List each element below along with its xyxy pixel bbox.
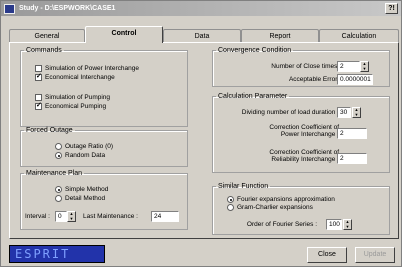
commands-legend: Commands — [26, 47, 62, 54]
acceptable-error-input[interactable]: 0.0000001 — [337, 74, 373, 85]
checkbox-box — [35, 94, 42, 101]
reliability-coef-label-2: Reliability Interchange : — [271, 156, 339, 163]
fourier-order-input[interactable]: 100 — [326, 219, 342, 230]
acceptable-error-label: Acceptable Error : — [288, 76, 341, 83]
convergence-legend: Convergence Condition — [218, 47, 292, 54]
fourier-order-spinner[interactable]: ▲ ▼ — [343, 219, 352, 230]
esprit-banner: ESPRIT — [9, 245, 105, 263]
simple-method-radio[interactable]: Simple Method — [55, 186, 108, 193]
interval-spinner[interactable]: ▲ ▼ — [67, 211, 76, 222]
close-times-label: Number of Close times : — [271, 63, 341, 70]
power-coef-input[interactable]: 2 — [337, 128, 367, 139]
radio-dot — [55, 143, 62, 150]
checkbox-label: Simulation of Power Interchange — [45, 65, 139, 72]
forced-outage-legend: Forced Outage — [26, 127, 73, 134]
radio-dot — [55, 195, 62, 202]
radio-dot — [55, 186, 62, 193]
maintenance-plan-group: Maintenance Plan Simple Method Detail Me… — [20, 170, 188, 230]
update-button[interactable]: Update — [355, 247, 395, 263]
checkbox-label: Simulation of Pumping — [45, 94, 111, 101]
last-maintenance-input[interactable]: 24 — [151, 211, 179, 222]
radio-label: Detail Method — [65, 195, 106, 202]
tab-strip: General Control Data Report Calculation — [9, 26, 399, 43]
checkbox-label: Economical Pumping — [45, 103, 107, 110]
random-data-radio[interactable]: Random Data — [55, 152, 105, 159]
economical-pumping-checkbox[interactable]: Economical Pumping — [35, 101, 107, 110]
detail-method-radio[interactable]: Detail Method — [55, 195, 105, 202]
economical-interchange-checkbox[interactable]: Economical Interchange — [35, 72, 115, 81]
checkbox-label: Economical Interchange — [45, 74, 115, 81]
radio-label: Fourier expansions approximation — [237, 196, 335, 203]
radio-dot — [227, 204, 234, 211]
similar-function-legend: Similar Function — [218, 183, 269, 190]
checkbox-box — [35, 101, 42, 110]
sim-pumping-checkbox[interactable]: Simulation of Pumping — [35, 94, 110, 101]
fourier-radio[interactable]: Fourier expansions approximation — [227, 196, 335, 203]
power-coef-label-1: Correction Coefficient of — [269, 124, 339, 131]
calc-param-legend: Calculation Parameter — [218, 93, 288, 100]
title-bar[interactable]: Study - D:\ESPWORK\CASE1 ?! — [1, 1, 401, 16]
close-times-spinner[interactable]: ▲ ▼ — [360, 61, 369, 72]
close-times-input[interactable]: 2 — [337, 61, 360, 72]
tab-calculation[interactable]: Calculation — [319, 29, 399, 43]
commands-group: Commands Simulation of Power Interchange… — [20, 47, 188, 127]
sim-power-interchange-checkbox[interactable]: Simulation of Power Interchange — [35, 65, 139, 72]
reliability-coef-input[interactable]: 2 — [337, 153, 367, 164]
fourier-order-label: Order of Fourier Series : — [246, 221, 317, 228]
checkbox-box — [35, 65, 42, 72]
tab-report[interactable]: Report — [241, 29, 319, 43]
window-title: Study - D:\ESPWORK\CASE1 — [19, 5, 116, 12]
forced-outage-group: Forced Outage Outage Ratio (0) Random Da… — [20, 127, 188, 167]
similar-function-group: Similar Function Fourier expansions appr… — [212, 183, 390, 235]
radio-label: Outage Ratio (0) — [65, 143, 114, 150]
app-icon — [4, 3, 15, 14]
gram-charlier-radio[interactable]: Gram-Charlier expansions — [227, 204, 313, 211]
tab-control[interactable]: Control — [85, 26, 163, 43]
help-button[interactable]: ?! — [385, 3, 398, 14]
reliability-coef-label-1: Correction Coefficient of — [269, 149, 339, 156]
control-panel: Commands Simulation of Power Interchange… — [9, 42, 399, 239]
radio-label: Random Data — [65, 152, 106, 159]
power-coef-label-2: Power Interchange : — [280, 131, 339, 138]
tab-general[interactable]: General — [9, 29, 85, 43]
interval-input[interactable]: 0 — [55, 211, 67, 222]
interval-label: Interval : — [25, 213, 50, 220]
checkbox-box — [35, 72, 42, 81]
radio-label: Gram-Charlier expansions — [237, 204, 313, 211]
maintenance-legend: Maintenance Plan — [26, 170, 83, 177]
close-button[interactable]: Close — [307, 247, 347, 263]
radio-dot — [55, 152, 62, 159]
study-window: Study - D:\ESPWORK\CASE1 ?! General Cont… — [0, 0, 402, 267]
radio-label: Simple Method — [65, 186, 109, 193]
dividing-number-spinner[interactable]: ▲ ▼ — [352, 107, 361, 118]
tab-data[interactable]: Data — [163, 29, 241, 43]
radio-dot — [227, 196, 234, 203]
calculation-parameter-group: Calculation Parameter Dividing number of… — [212, 93, 390, 173]
dividing-number-label: Dividing number of load duration : — [241, 109, 339, 116]
convergence-group: Convergence Condition Number of Close ti… — [212, 47, 390, 87]
outage-ratio-radio[interactable]: Outage Ratio (0) — [55, 143, 113, 150]
dividing-number-input[interactable]: 30 — [337, 107, 351, 118]
last-maintenance-label: Last Maintenance : — [83, 213, 138, 220]
